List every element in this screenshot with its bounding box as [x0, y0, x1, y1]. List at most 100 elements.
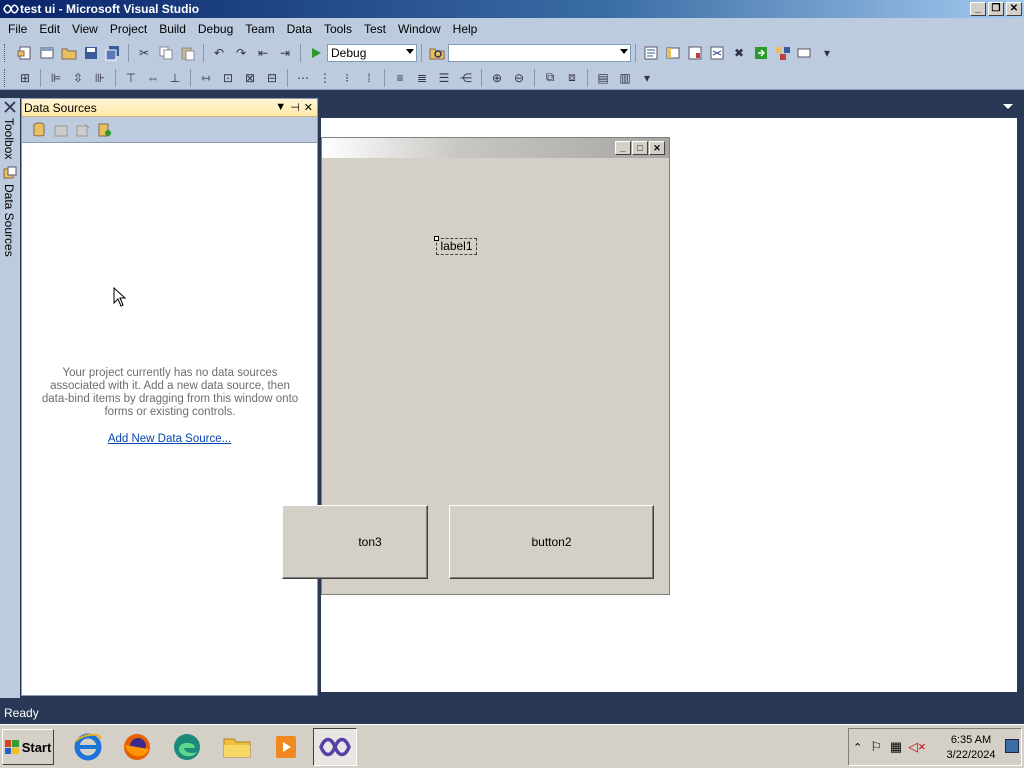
make-same-height-icon[interactable]: ⊠ [241, 69, 259, 87]
media-player-icon[interactable] [264, 728, 308, 766]
close-button[interactable]: ✕ [1006, 2, 1022, 16]
menu-view[interactable]: View [66, 18, 104, 40]
find-combo-box[interactable] [448, 44, 631, 62]
team-explorer-icon[interactable] [774, 44, 792, 62]
save-icon[interactable] [82, 44, 100, 62]
start-button[interactable]: Start [2, 729, 54, 765]
remove-vertical-spacing-icon[interactable]: ⋲ [457, 69, 475, 87]
visual-studio-taskbar-icon[interactable] [313, 728, 357, 766]
align-to-grid-icon[interactable]: ⊞ [16, 69, 34, 87]
properties-window-icon[interactable] [664, 44, 682, 62]
tab-data-sources[interactable]: Data Sources [2, 184, 16, 257]
redo-icon[interactable]: ↷ [232, 44, 250, 62]
action-center-flag-icon[interactable]: ⚐ [870, 739, 882, 755]
auto-hide-pin-icon[interactable]: ⊣ [290, 101, 300, 114]
menu-team[interactable]: Team [239, 18, 280, 40]
network-icon[interactable]: ▦ [890, 739, 902, 755]
close-icon[interactable]: ✕ [304, 101, 313, 114]
copy-icon[interactable] [157, 44, 175, 62]
start-debugging-icon[interactable] [307, 44, 325, 62]
cut-icon[interactable]: ✂ [135, 44, 153, 62]
file-explorer-icon[interactable] [215, 728, 259, 766]
open-file-icon[interactable] [60, 44, 78, 62]
navigate-backward-icon[interactable]: ⇤ [254, 44, 272, 62]
align-middles-icon[interactable]: ⇔ [144, 69, 162, 87]
align-tops-icon[interactable]: ⊤ [122, 69, 140, 87]
solution-configuration-dropdown[interactable]: Debug [327, 44, 417, 62]
add-new-data-source-icon[interactable] [30, 121, 48, 139]
add-new-data-source-link[interactable]: Add New Data Source... [22, 433, 317, 445]
toolbox-icon[interactable]: ✖ [730, 44, 748, 62]
start-page-icon[interactable] [752, 44, 770, 62]
form-designer[interactable]: _ □ ✕ label1 ton3 button2 [282, 137, 670, 595]
decrease-vertical-spacing-icon[interactable]: ☰ [435, 69, 453, 87]
tab-toolbox[interactable]: Toolbox [2, 118, 16, 159]
align-lefts-icon[interactable]: ⊫ [47, 69, 65, 87]
horizontal-spacing-equal-icon[interactable]: ⋯ [294, 69, 312, 87]
toolbox-icon[interactable] [3, 100, 17, 114]
other-windows-icon[interactable] [796, 44, 814, 62]
clock[interactable]: 6:35 AM 3/22/2024 [941, 733, 1001, 763]
volume-muted-icon[interactable]: ◁× [908, 739, 926, 755]
navigate-forward-icon[interactable]: ⇥ [276, 44, 294, 62]
vertical-spacing-equal-icon[interactable]: ≡ [391, 69, 409, 87]
increase-horizontal-spacing-icon[interactable]: ⋮ [316, 69, 334, 87]
object-browser-icon[interactable] [686, 44, 704, 62]
add-item-icon[interactable] [38, 44, 56, 62]
size-to-grid-icon[interactable]: ⊡ [219, 69, 237, 87]
restore-button[interactable]: ❐ [988, 2, 1004, 16]
button3-control[interactable]: ton3 [282, 505, 428, 579]
menu-file[interactable]: File [2, 18, 33, 40]
lock-controls-icon[interactable]: ▥ [616, 69, 634, 87]
configure-dataset-icon[interactable] [74, 121, 92, 139]
make-same-size-icon[interactable]: ⊟ [263, 69, 281, 87]
align-bottoms-icon[interactable]: ⊥ [166, 69, 184, 87]
title-bar: test ui - Microsoft Visual Studio _ ❐ ✕ [0, 0, 1024, 18]
menu-tools[interactable]: Tools [318, 18, 358, 40]
toolbar-grip[interactable] [4, 68, 8, 87]
button2-control[interactable]: button2 [449, 505, 654, 579]
data-sources-icon[interactable] [3, 166, 17, 180]
make-same-width-icon[interactable]: ⇿ [197, 69, 215, 87]
resize-handle[interactable] [434, 236, 439, 241]
toolbar-options-icon[interactable]: ▾ [638, 69, 656, 87]
bring-to-front-icon[interactable]: ⧉ [541, 69, 559, 87]
show-hidden-icons-icon[interactable]: ⌃ [853, 741, 862, 754]
firefox-icon[interactable] [115, 728, 159, 766]
menu-help[interactable]: Help [447, 18, 484, 40]
find-in-files-icon[interactable] [428, 44, 446, 62]
toolbar-grip[interactable] [4, 44, 8, 62]
center-horizontally-icon[interactable]: ⊕ [488, 69, 506, 87]
align-centers-icon[interactable]: ⇳ [69, 69, 87, 87]
new-project-icon[interactable] [16, 44, 34, 62]
minimize-button[interactable]: _ [970, 2, 986, 16]
menu-data[interactable]: Data [281, 18, 318, 40]
undo-icon[interactable]: ↶ [210, 44, 228, 62]
refresh-data-source-icon[interactable] [96, 121, 114, 139]
align-rights-icon[interactable]: ⊪ [91, 69, 109, 87]
menu-edit[interactable]: Edit [33, 18, 66, 40]
edge-icon[interactable] [165, 728, 209, 766]
active-files-dropdown-icon[interactable] [1003, 104, 1013, 109]
send-to-back-icon[interactable]: ⧈ [563, 69, 581, 87]
window-position-icon[interactable]: ▼ [275, 101, 286, 114]
edit-dataset-with-designer-icon[interactable] [52, 121, 70, 139]
menu-project[interactable]: Project [104, 18, 153, 40]
label1-control[interactable]: label1 [434, 236, 477, 255]
menu-window[interactable]: Window [392, 18, 447, 40]
center-vertically-icon[interactable]: ⊖ [510, 69, 528, 87]
decrease-horizontal-spacing-icon[interactable]: ⁝ [338, 69, 356, 87]
increase-vertical-spacing-icon[interactable]: ≣ [413, 69, 431, 87]
solution-explorer-icon[interactable] [642, 44, 660, 62]
menu-debug[interactable]: Debug [192, 18, 239, 40]
class-view-icon[interactable] [708, 44, 726, 62]
remove-horizontal-spacing-icon[interactable]: ⁞ [360, 69, 378, 87]
internet-explorer-icon[interactable] [66, 728, 110, 766]
tab-order-icon[interactable]: ▤ [594, 69, 612, 87]
toolbar-options-icon[interactable]: ▾ [818, 44, 836, 62]
paste-icon[interactable] [179, 44, 197, 62]
menu-test[interactable]: Test [358, 18, 392, 40]
save-all-icon[interactable] [104, 44, 122, 62]
menu-build[interactable]: Build [153, 18, 192, 40]
show-desktop-icon[interactable] [1005, 739, 1019, 753]
